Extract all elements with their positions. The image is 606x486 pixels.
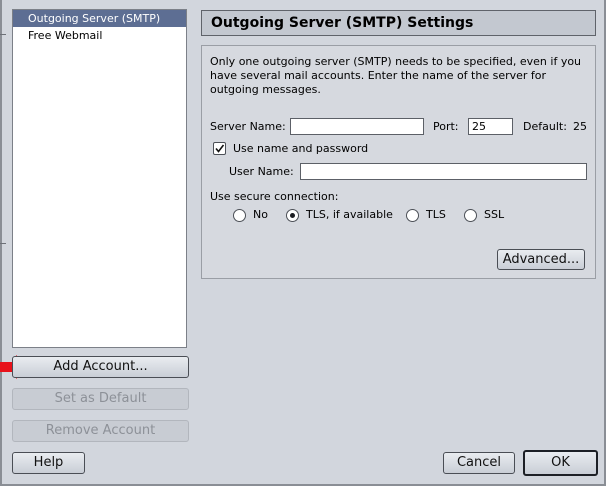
window-edge-mark [0, 243, 6, 244]
set-as-default-button[interactable]: Set as Default [12, 388, 189, 410]
panel-title: Outgoing Server (SMTP) Settings [201, 10, 596, 36]
default-port-value: 25 [573, 120, 587, 133]
account-item-free-webmail[interactable]: Free Webmail [13, 27, 186, 44]
add-account-button[interactable]: Add Account... [12, 356, 189, 378]
secure-connection-label: Use secure connection: [210, 190, 339, 203]
secure-no-label[interactable]: No [253, 208, 268, 222]
panel-description: Only one outgoing server (SMTP) needs to… [210, 55, 582, 96]
server-name-input[interactable] [290, 118, 424, 135]
checkmark-icon [215, 144, 225, 153]
cancel-button[interactable]: Cancel [443, 452, 515, 474]
secure-ssl-radio[interactable] [464, 209, 477, 222]
default-port-label: Default: [523, 120, 567, 133]
secure-tls-if-available-label[interactable]: TLS, if available [306, 208, 393, 222]
user-name-label: User Name: [229, 165, 294, 178]
advanced-button[interactable]: Advanced... [497, 249, 585, 270]
account-list[interactable]: Outgoing Server (SMTP) Free Webmail [12, 9, 187, 348]
use-name-password-checkbox[interactable] [213, 142, 226, 155]
secure-no-radio[interactable] [233, 209, 246, 222]
secure-tls-if-available-radio[interactable] [286, 209, 299, 222]
port-label: Port: [433, 120, 459, 133]
server-name-label: Server Name: [210, 120, 286, 133]
account-item-outgoing-server[interactable]: Outgoing Server (SMTP) [13, 10, 186, 27]
help-button[interactable]: Help [12, 452, 85, 474]
secure-tls-radio[interactable] [406, 209, 419, 222]
smtp-settings-panel: Only one outgoing server (SMTP) needs to… [201, 45, 596, 279]
use-name-password-label[interactable]: Use name and password [233, 142, 368, 156]
secure-ssl-label[interactable]: SSL [484, 208, 504, 222]
port-input[interactable] [468, 118, 513, 135]
user-name-input[interactable] [300, 163, 587, 180]
remove-account-button[interactable]: Remove Account [12, 420, 189, 442]
ok-button[interactable]: OK [523, 450, 598, 476]
secure-tls-label[interactable]: TLS [426, 208, 446, 222]
window-edge-mark [0, 34, 6, 35]
account-settings-window: Outgoing Server (SMTP) Free Webmail Add … [0, 0, 606, 486]
